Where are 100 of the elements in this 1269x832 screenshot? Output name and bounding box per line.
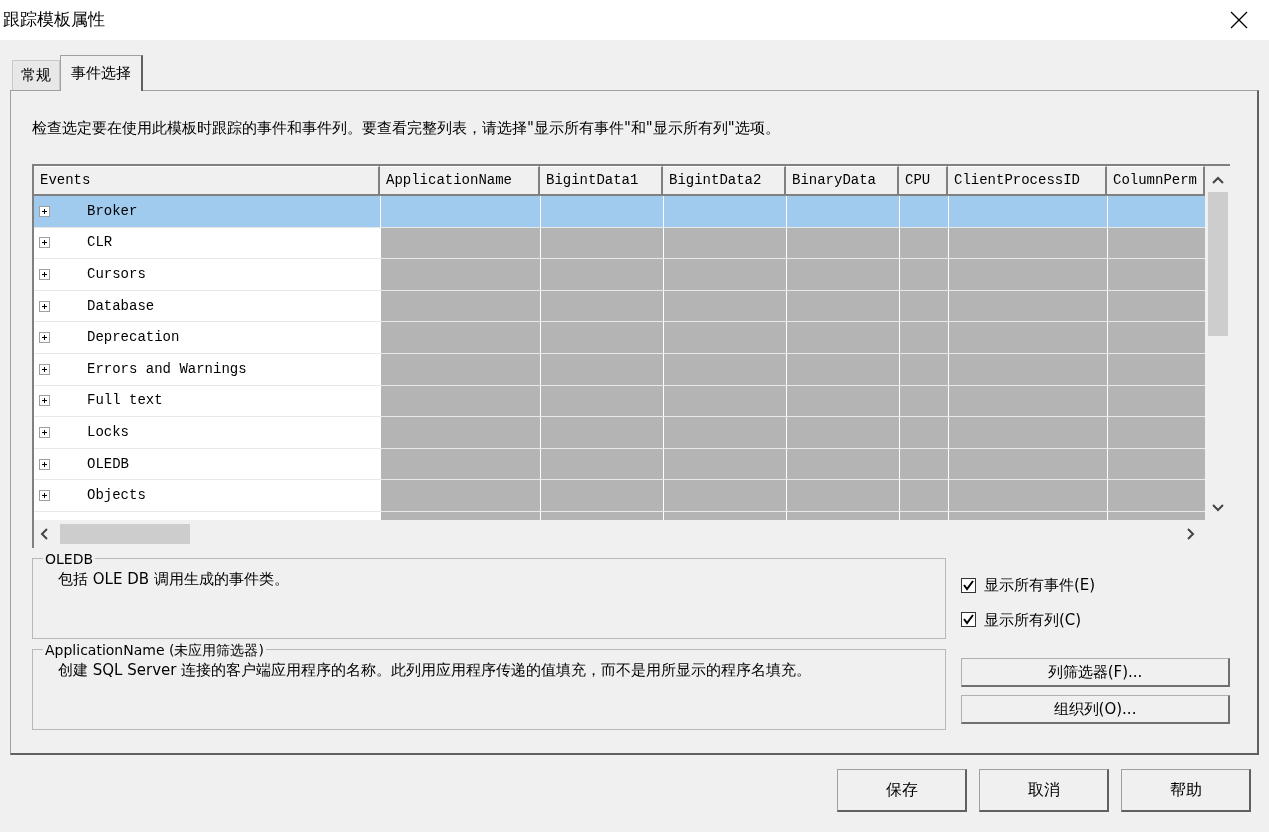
table-cell[interactable] [663,448,786,480]
event-row[interactable]: Full text [34,385,1205,418]
table-cell[interactable] [663,417,786,448]
table-cell[interactable] [663,353,786,385]
column-header[interactable]: BigintData2 [663,166,786,196]
table-cell[interactable] [663,511,786,520]
table-cell[interactable] [380,353,540,385]
table-cell[interactable] [663,480,786,511]
table-cell[interactable] [899,385,948,417]
table-cell[interactable] [663,290,786,322]
table-cell[interactable] [663,385,786,417]
table-cell[interactable] [786,480,899,511]
table-cell[interactable] [899,227,948,259]
table-cell[interactable] [380,259,540,290]
tab[interactable]: 常规 [12,60,60,90]
table-cell[interactable] [1107,322,1205,353]
table-cell[interactable] [380,417,540,448]
table-cell[interactable] [899,448,948,480]
expand-icon[interactable] [39,426,50,438]
table-cell[interactable] [1107,480,1205,511]
column-header[interactable]: BinaryData [786,166,899,196]
dialog-button[interactable]: 保存 [837,769,967,812]
expand-icon[interactable] [39,237,50,249]
table-cell[interactable] [786,290,899,322]
checkbox[interactable] [961,577,976,593]
dialog-button[interactable]: 列筛选器(F)... [961,658,1230,687]
table-cell[interactable] [540,511,663,520]
table-cell[interactable] [663,259,786,290]
table-cell[interactable] [786,448,899,480]
table-cell[interactable] [899,353,948,385]
table-cell[interactable] [786,385,899,417]
table-cell[interactable] [380,290,540,322]
table-cell[interactable] [786,417,899,448]
column-header[interactable]: Events [34,166,380,196]
table-cell[interactable] [948,448,1107,480]
chevron-up-icon[interactable] [1211,176,1224,184]
table-cell[interactable] [540,480,663,511]
expand-icon[interactable] [39,458,50,470]
table-cell[interactable] [948,511,1107,520]
table-cell[interactable] [380,227,540,259]
expand-icon[interactable] [39,332,50,344]
table-cell[interactable] [948,353,1107,385]
table-cell[interactable] [899,290,948,322]
table-cell[interactable] [663,322,786,353]
table-cell[interactable] [380,511,540,520]
scrollbar-thumb[interactable] [1207,192,1228,336]
expand-icon[interactable] [39,205,50,217]
table-cell[interactable] [1107,353,1205,385]
checkbox-label[interactable]: 显示所有列(C) [984,608,1082,631]
event-row[interactable]: Cursors [34,259,1205,291]
expand-icon[interactable] [39,363,50,375]
event-row[interactable]: Objects [34,480,1205,512]
table-cell[interactable] [540,448,663,480]
table-cell[interactable] [663,227,786,259]
table-cell[interactable] [948,417,1107,448]
column-header[interactable]: BigintData1 [540,166,663,196]
event-row[interactable]: Locks [34,417,1205,449]
table-cell[interactable] [1107,259,1205,290]
chevron-right-icon[interactable] [1187,528,1195,540]
column-header[interactable]: ColumnPerm [1107,166,1205,196]
scrollbar-thumb[interactable] [60,524,190,544]
column-header[interactable]: ApplicationName [380,166,540,196]
event-row[interactable]: Errors and Warnings [34,353,1205,386]
table-cell[interactable] [540,227,663,259]
event-row[interactable]: Deprecation [34,322,1205,354]
column-header[interactable]: ClientProcessID [948,166,1107,196]
checkbox[interactable] [961,612,976,628]
table-cell[interactable] [1107,511,1205,520]
table-cell[interactable] [540,322,663,353]
table-cell[interactable] [948,322,1107,353]
table-cell[interactable] [899,417,948,448]
table-cell[interactable] [1107,290,1205,322]
table-cell[interactable] [786,227,899,259]
table-cell[interactable] [1107,385,1205,417]
table-cell[interactable] [786,322,899,353]
chevron-left-icon[interactable] [40,528,48,540]
column-header[interactable]: CPU [899,166,948,196]
table-cell[interactable] [1107,417,1205,448]
table-cell[interactable] [380,385,540,417]
event-row[interactable]: Broker [34,196,1205,228]
chevron-down-icon[interactable] [1211,504,1224,512]
table-cell[interactable] [899,322,948,353]
close-icon[interactable] [1230,11,1248,29]
table-cell[interactable] [540,290,663,322]
table-cell[interactable] [948,290,1107,322]
table-cell[interactable] [899,259,948,290]
dialog-button[interactable]: 帮助 [1121,769,1251,812]
table-cell[interactable] [948,227,1107,259]
expand-icon[interactable] [39,395,50,407]
table-cell[interactable] [899,511,948,520]
table-cell[interactable] [1107,448,1205,480]
table-cell[interactable] [948,385,1107,417]
expand-icon[interactable] [39,300,50,312]
table-cell[interactable] [380,322,540,353]
dialog-button[interactable]: 组织列(O)... [961,695,1230,724]
table-cell[interactable] [380,448,540,480]
dialog-button[interactable]: 取消 [979,769,1109,812]
table-cell[interactable] [540,417,663,448]
table-cell[interactable] [1107,227,1205,259]
table-cell[interactable] [786,353,899,385]
